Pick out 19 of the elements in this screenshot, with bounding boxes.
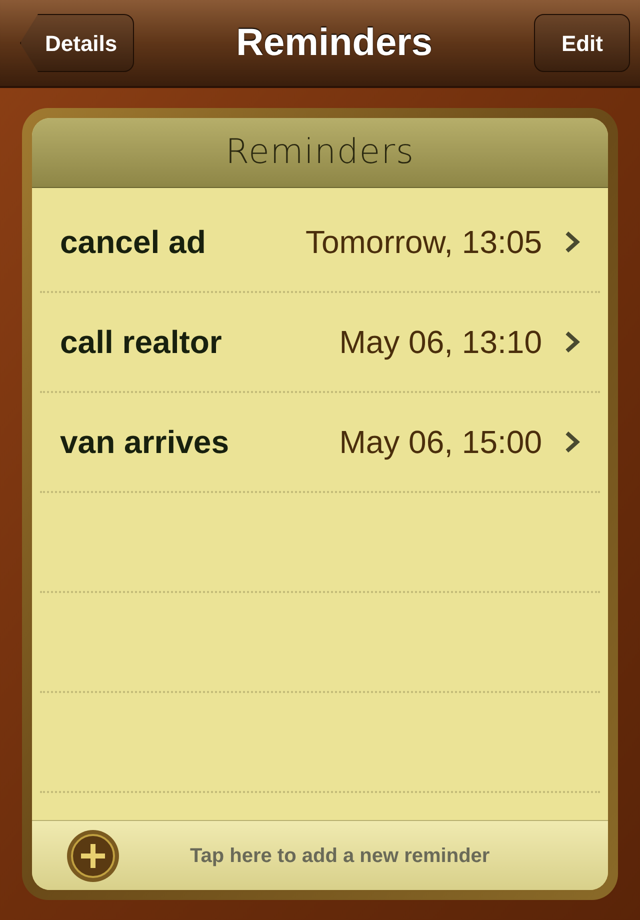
reminder-title: van arrives (60, 423, 230, 462)
reminder-row[interactable]: call realtor May 06, 13:10 (40, 293, 600, 393)
add-reminder-hint: Tap here to add a new reminder (190, 844, 490, 868)
nav-title: Reminders (236, 20, 432, 66)
back-button[interactable]: Details (20, 14, 134, 72)
add-icon[interactable] (66, 828, 120, 882)
chevron-right-icon (564, 230, 580, 254)
list-title: Reminders (226, 131, 414, 174)
reminder-row[interactable]: van arrives May 06, 15:00 (40, 393, 600, 493)
reminder-title: call realtor (60, 323, 222, 362)
reminder-title: cancel ad (60, 223, 206, 262)
chevron-right-icon (564, 330, 580, 354)
reminder-row[interactable]: cancel ad Tomorrow, 13:05 (40, 193, 600, 293)
reminder-due: May 06, 15:00 (339, 423, 542, 462)
reminder-due: May 06, 13:10 (339, 323, 542, 362)
chevron-right-icon (564, 430, 580, 454)
edit-button[interactable]: Edit (534, 14, 630, 72)
add-reminder-bar[interactable]: Tap here to add a new reminder (32, 820, 608, 890)
reminder-due: Tomorrow, 13:05 (305, 223, 542, 262)
